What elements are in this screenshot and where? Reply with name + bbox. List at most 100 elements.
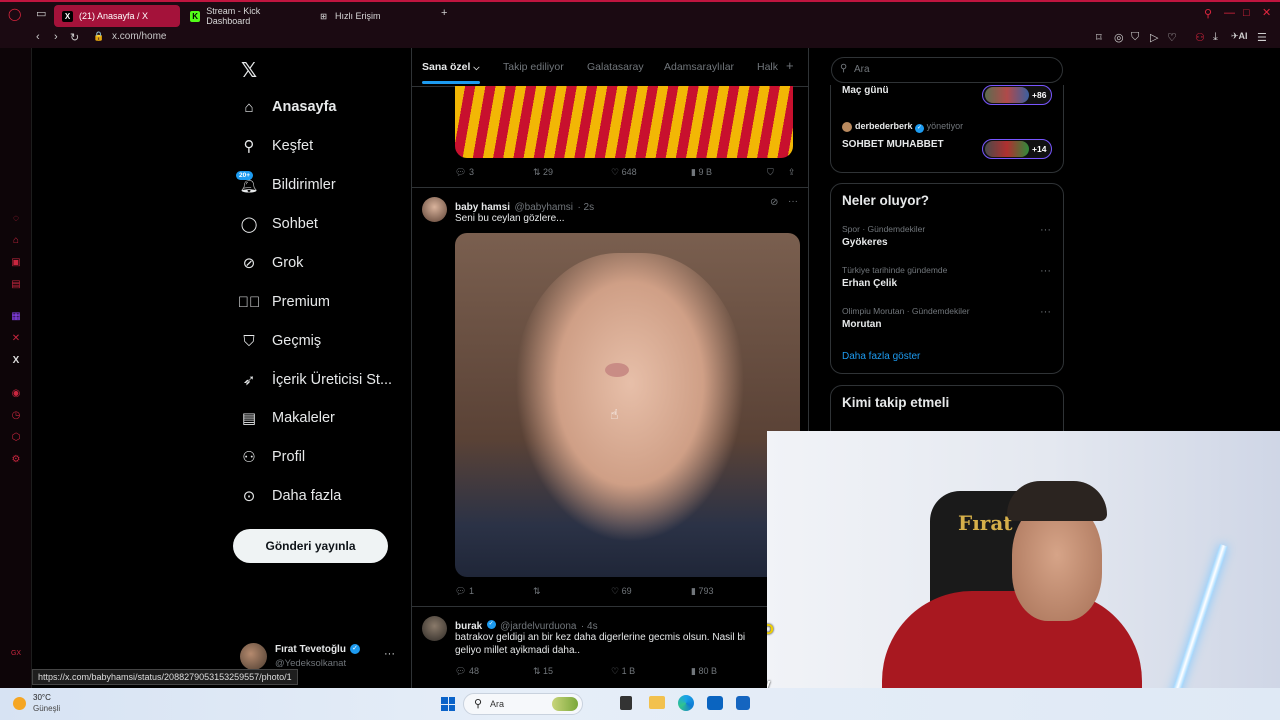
retweet-button[interactable]: ⇅ 29: [533, 167, 553, 178]
community-title[interactable]: SOHBET MUHABBET: [842, 139, 944, 150]
download-icon[interactable]: ⤓: [1213, 31, 1218, 44]
weather-temp[interactable]: 30°C: [33, 693, 51, 702]
nav-explore[interactable]: ⚲ Keşfet: [240, 137, 314, 155]
community-title[interactable]: Maç günü: [842, 85, 889, 96]
views-button[interactable]: ▮ 9 B: [691, 167, 712, 178]
tab-kick[interactable]: K Stream - Kick Dashboard: [182, 5, 308, 27]
snapshot-icon[interactable]: ◎: [1114, 31, 1124, 44]
search-input[interactable]: Ara: [831, 57, 1063, 83]
gx-icon[interactable]: GX: [10, 648, 22, 660]
shield-icon[interactable]: ⛉: [1131, 31, 1139, 44]
trend-item[interactable]: Türkiye tarihinde gündemde Erhan Çelik: [842, 265, 1052, 289]
windows-start-icon[interactable]: [441, 697, 455, 711]
account-icon[interactable]: ⚇: [1195, 31, 1205, 44]
twitch-icon[interactable]: ▦: [10, 311, 22, 323]
avatar[interactable]: [422, 197, 447, 222]
search-tabs-icon[interactable]: ⚲: [1204, 7, 1212, 20]
back-icon[interactable]: ‹: [36, 31, 40, 43]
nav-notifications[interactable]: 🔔︎ 20+ Bildirimler: [236, 171, 336, 194]
outlook-icon[interactable]: [707, 696, 723, 710]
task-view-icon[interactable]: [620, 696, 632, 710]
avatar[interactable]: [422, 616, 447, 641]
settings-icon[interactable]: ⚙: [10, 454, 22, 466]
more-dots-icon[interactable]: ···: [1040, 265, 1051, 277]
tweet-image[interactable]: [455, 86, 793, 158]
nav-profile[interactable]: ⚇ Profil: [240, 448, 305, 466]
workspaces-icon[interactable]: ▭: [36, 7, 46, 20]
file-explorer-icon[interactable]: [649, 696, 665, 709]
retweet-button[interactable]: ⇅: [533, 586, 541, 597]
reply-button[interactable]: 💬︎ 1: [455, 586, 474, 597]
forward-icon[interactable]: ›: [54, 31, 58, 43]
views-button[interactable]: ▮ 793: [691, 586, 713, 597]
tab-halk[interactable]: Halk: [757, 61, 778, 73]
tweet-photo[interactable]: [455, 233, 800, 577]
maximize-icon[interactable]: □: [1243, 7, 1250, 19]
nav-chat[interactable]: ◯ Sohbet: [240, 215, 318, 233]
shopping-icon[interactable]: ⌂: [10, 235, 22, 247]
community-members[interactable]: +14: [982, 139, 1052, 159]
account-switcher[interactable]: Fırat Tevetoğlu ✓ @Yedeksolkanat ···: [240, 642, 400, 672]
x-logo-icon[interactable]: 𝕏: [241, 58, 257, 83]
grok-icon[interactable]: ⊘: [770, 197, 778, 208]
tab-x-home[interactable]: X (21) Anasayfa / X: [54, 5, 180, 27]
history-icon[interactable]: ◷: [10, 410, 22, 422]
player-icon[interactable]: ◉: [10, 388, 22, 400]
x-twitter-sidebar-icon[interactable]: ✕: [10, 333, 22, 345]
nav-creator-studio[interactable]: ➶ İçerik Üreticisi St...: [240, 371, 392, 389]
nav-premium[interactable]: ✓⃝ Premium: [238, 293, 330, 311]
extensions-icon[interactable]: ⬡: [10, 432, 22, 444]
trend-item[interactable]: Olimpiu Morutan · Gündemdekiler Morutan: [842, 306, 1052, 330]
show-more-link[interactable]: Daha fazla göster: [842, 351, 920, 362]
like-button[interactable]: ♡ 1 B: [611, 666, 635, 677]
messenger-icon[interactable]: ▣: [10, 257, 22, 269]
bookmark-icon[interactable]: ⛉: [767, 167, 774, 178]
nav-home[interactable]: ⌂ Anasayfa: [240, 98, 336, 116]
edge-icon[interactable]: [678, 695, 694, 711]
nav-articles[interactable]: ▤ Makaleler: [240, 409, 335, 427]
aria-ai-icon[interactable]: ✈AI: [1231, 31, 1248, 42]
opera-logo-icon[interactable]: ◯: [8, 7, 21, 21]
community-members[interactable]: +86: [982, 85, 1052, 105]
tab-galatasaray[interactable]: Galatasaray: [587, 61, 644, 73]
play-icon[interactable]: ▷: [1150, 31, 1158, 44]
weather-desc[interactable]: Güneşli: [33, 704, 60, 713]
nav-history[interactable]: ⛉ Geçmiş: [240, 332, 321, 350]
member-count: +14: [1032, 144, 1047, 154]
tab-for-you[interactable]: Sana özel ⌵: [422, 61, 479, 73]
retweet-button[interactable]: ⇅ 15: [533, 666, 553, 677]
new-tab-icon[interactable]: +: [441, 7, 447, 19]
like-button[interactable]: ♡ 69: [611, 586, 632, 597]
reload-icon[interactable]: ↻: [70, 31, 79, 44]
heart-icon[interactable]: ♡: [1167, 31, 1177, 44]
moderator-name[interactable]: derbederberk: [855, 121, 913, 131]
views-button[interactable]: ▮ 80 B: [691, 666, 717, 677]
share-icon[interactable]: ⇪: [788, 167, 796, 178]
menu-icon[interactable]: ☰: [1257, 31, 1267, 44]
reply-button[interactable]: 💬︎ 48: [455, 666, 479, 677]
address-input[interactable]: x.com/home: [112, 31, 166, 42]
aria-icon[interactable]: ◌: [10, 213, 22, 225]
tab-adamsaraylilar[interactable]: Adamsaraylılar: [664, 61, 734, 73]
store-icon[interactable]: [736, 696, 750, 710]
like-button[interactable]: ♡ 648: [611, 167, 637, 178]
tab-indicator: [422, 81, 480, 84]
taskbar-search[interactable]: ⚲ Ara: [463, 693, 583, 715]
tab-following[interactable]: Takip ediliyor: [503, 61, 564, 73]
minimize-icon[interactable]: —: [1224, 7, 1235, 19]
more-dots-icon[interactable]: ···: [788, 196, 798, 207]
music-icon[interactable]: ▤: [10, 279, 22, 291]
post-button[interactable]: Gönderi yayınla: [233, 529, 388, 563]
add-tab-icon[interactable]: +: [786, 58, 794, 73]
trend-item[interactable]: Spor · Gündemdekiler Gyökeres: [842, 224, 1052, 248]
reply-button[interactable]: 💬︎ 3: [455, 167, 474, 178]
tweet-time[interactable]: · 2s: [577, 202, 594, 213]
nav-more[interactable]: ⊙ Daha fazla: [240, 487, 342, 505]
more-dots-icon[interactable]: ···: [1040, 224, 1051, 236]
tab-speed-dial[interactable]: ⊞ Hızlı Erişim: [310, 5, 436, 27]
bookmark-page-icon[interactable]: ⌑: [1096, 31, 1102, 44]
x-sidebar-icon[interactable]: X: [10, 355, 22, 367]
close-icon[interactable]: ✕: [1262, 6, 1271, 19]
nav-grok[interactable]: ⊘ Grok: [240, 254, 304, 272]
more-dots-icon[interactable]: ···: [1040, 306, 1051, 318]
